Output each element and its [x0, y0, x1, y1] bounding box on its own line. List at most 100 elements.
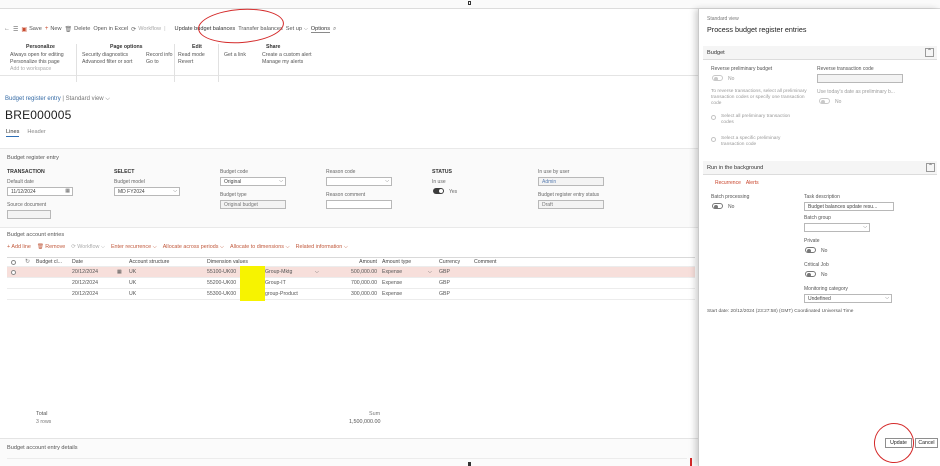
budget-code-dropdown[interactable]: Original ⌵	[220, 177, 286, 186]
set-up-menu[interactable]: Set up ⌵	[286, 26, 308, 32]
cell-amount[interactable]: 300,000.00	[337, 291, 377, 297]
open-in-excel-button[interactable]: Open in Excel	[93, 26, 128, 32]
view-selector[interactable]: Standard view	[66, 96, 104, 102]
default-date-field[interactable]: 11/12/2024 ▦	[7, 187, 73, 196]
chevron-down-icon[interactable]: ⌵	[315, 269, 319, 276]
col-amount-type[interactable]: Amount type	[382, 259, 411, 265]
run-in-background-header[interactable]: Run in the background ⌃	[703, 161, 937, 175]
in-use-toggle[interactable]	[433, 188, 444, 194]
save-button[interactable]: ▣ Save	[21, 26, 41, 33]
new-button[interactable]: + New	[45, 26, 62, 32]
alerts-link[interactable]: Alerts	[746, 180, 759, 186]
reason-code-dropdown[interactable]: ⌵	[326, 177, 392, 186]
col-dimension-values[interactable]: Dimension values	[207, 259, 248, 265]
col-amount[interactable]: Amount	[337, 259, 377, 265]
cell-account-structure[interactable]: UK	[129, 280, 136, 286]
cell-dimension-suffix[interactable]: Group-Mktg	[265, 269, 292, 275]
related-information-button[interactable]: Related information ⌵	[296, 244, 348, 251]
add-to-workspace[interactable]: Add to workspace	[10, 66, 64, 73]
cell-amount[interactable]: 500,000.00	[337, 269, 377, 275]
table-row[interactable]: 20/12/2024 UK 55200-UK00 Group-IT 700,00…	[7, 278, 695, 289]
breadcrumb-link[interactable]: Budget register entry	[5, 96, 61, 102]
enter-recurrence-button[interactable]: Enter recurrence ⌵	[111, 244, 157, 251]
col-account-structure[interactable]: Account structure	[129, 259, 169, 265]
cell-amount-type[interactable]: Expense	[382, 291, 402, 297]
calendar-icon[interactable]: ▦	[65, 188, 70, 194]
get-a-link[interactable]: Get a link	[224, 52, 246, 59]
cell-dimension-prefix[interactable]: 55200-UK00	[207, 280, 236, 286]
budget-section-header[interactable]: Budget	[703, 46, 937, 60]
record-info[interactable]: Record info	[146, 52, 173, 59]
select-specific-radio[interactable]	[711, 137, 716, 142]
always-open-for-editing[interactable]: Always open for editing	[10, 52, 64, 59]
critical-job-toggle[interactable]	[805, 271, 816, 277]
delete-button[interactable]: 🗑 Delete	[65, 26, 91, 33]
cell-dimension-prefix[interactable]: 55300-UK00	[207, 291, 236, 297]
monitoring-category-dropdown[interactable]: Undefined ⌵	[804, 294, 892, 303]
panel-view-selector[interactable]: Standard view	[707, 16, 739, 22]
search-button[interactable]: ⌕	[333, 26, 336, 33]
reason-comment-field[interactable]	[326, 200, 392, 209]
back-button[interactable]: ←	[4, 26, 10, 32]
cell-amount[interactable]: 700,000.00	[337, 280, 377, 286]
chevron-down-icon[interactable]: ⌵	[428, 269, 432, 276]
workflow-grid-button[interactable]: ⟳ Workflow ⌵	[71, 244, 105, 251]
col-date[interactable]: Date	[72, 259, 83, 265]
allocate-across-periods-button[interactable]: Allocate across periods ⌵	[163, 244, 224, 251]
allocate-to-dimensions-button[interactable]: Allocate to dimensions ⌵	[230, 244, 290, 251]
cell-date[interactable]: 20/12/2024	[72, 291, 98, 297]
cancel-button[interactable]: Cancel	[915, 438, 938, 448]
cell-date[interactable]: 20/12/2024	[72, 269, 98, 275]
table-row[interactable]: 20/12/2024 UK 55300-UK00 group-Product 3…	[7, 289, 695, 300]
cell-currency[interactable]: GBP	[439, 280, 450, 286]
menu-button[interactable]: ☰	[13, 26, 18, 33]
col-budget-class[interactable]: Budget cl...	[36, 259, 62, 265]
add-line-button[interactable]: + Add line	[7, 244, 31, 251]
lookup-icon[interactable]: ▦	[117, 269, 122, 275]
refresh-icon[interactable]: ↻	[25, 258, 30, 265]
col-currency[interactable]: Currency	[439, 259, 460, 265]
budget-model-dropdown[interactable]: MD FY2024 ⌵	[114, 187, 180, 196]
cell-dimension-suffix[interactable]: group-Product	[265, 291, 298, 297]
read-mode[interactable]: Read mode	[178, 52, 205, 59]
advanced-filter-sort[interactable]: Advanced filter or sort	[82, 59, 132, 66]
go-to[interactable]: Go to	[146, 59, 173, 66]
select-all-radio[interactable]	[711, 115, 716, 120]
grid-title[interactable]: Budget account entries	[7, 232, 64, 238]
col-comment[interactable]: Comment	[474, 259, 497, 265]
collapse-icon[interactable]: ⌃	[925, 48, 934, 57]
section-title[interactable]: Budget register entry	[7, 155, 59, 161]
tab-header[interactable]: Header	[27, 129, 45, 137]
row-select-radio[interactable]	[11, 270, 16, 275]
cell-account-structure[interactable]: UK	[129, 269, 136, 275]
table-row[interactable]: 20/12/2024 ▦ UK 55100-UK00 Group-Mktg ⌵ …	[7, 267, 695, 278]
cell-account-structure[interactable]: UK	[129, 291, 136, 297]
private-toggle[interactable]	[805, 247, 816, 253]
personalize-this-page[interactable]: Personalize this page	[10, 59, 64, 66]
batch-processing-toggle[interactable]	[712, 203, 723, 209]
window-resize-handle[interactable]	[468, 1, 471, 5]
cell-currency[interactable]: GBP	[439, 291, 450, 297]
use-todays-date-toggle[interactable]	[819, 98, 830, 104]
select-all-radio[interactable]	[11, 260, 16, 265]
batch-group-dropdown[interactable]: ⌵	[804, 223, 870, 232]
cell-date[interactable]: 20/12/2024	[72, 280, 98, 286]
details-section-title[interactable]: Budget account entry details	[7, 445, 78, 451]
cell-amount-type[interactable]: Expense	[382, 269, 402, 275]
cell-dimension-prefix[interactable]: 55100-UK00	[207, 269, 236, 275]
workflow-button[interactable]: ⟳ Workflow |	[131, 26, 165, 33]
cell-dimension-suffix[interactable]: Group-IT	[265, 280, 286, 286]
collapse-icon[interactable]: ⌃	[926, 163, 935, 172]
cell-currency[interactable]: GBP	[439, 269, 450, 275]
remove-button[interactable]: 🗑 Remove	[37, 244, 65, 251]
create-custom-alert[interactable]: Create a custom alert	[262, 52, 312, 59]
recurrence-link[interactable]: Recurrence	[715, 180, 741, 186]
source-document-field[interactable]	[7, 210, 51, 219]
tab-options[interactable]: Options	[310, 26, 331, 33]
cell-amount-type[interactable]: Expense	[382, 280, 402, 286]
reverse-preliminary-toggle[interactable]	[712, 75, 723, 81]
tab-lines[interactable]: Lines	[6, 129, 20, 137]
task-description-field[interactable]: Budget balances update resu...	[804, 202, 894, 211]
revert[interactable]: Revert	[178, 59, 205, 66]
security-diagnostics[interactable]: Security diagnostics	[82, 52, 132, 59]
